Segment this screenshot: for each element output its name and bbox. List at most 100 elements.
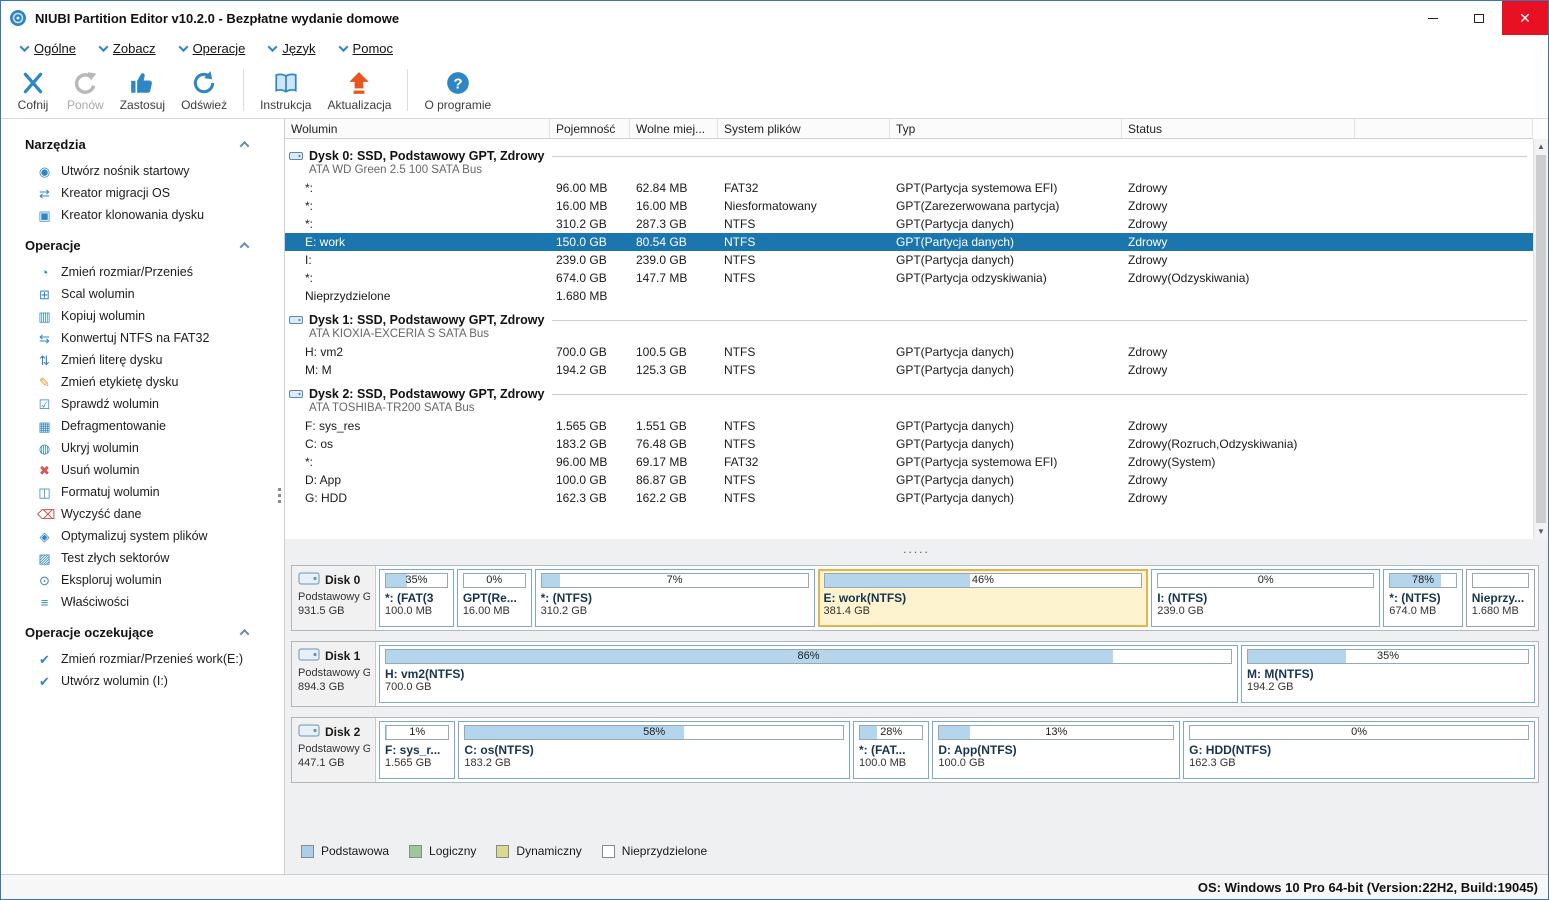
partition-block[interactable]: 35%*: (FAT(3100.0 MB [379, 569, 454, 627]
volume-row[interactable]: D: App100.0 GB86.87 GBNTFSGPT(Partycja d… [285, 471, 1533, 489]
column-header-wolumin[interactable]: Wolumin [285, 119, 550, 138]
partition-block[interactable]: 28%*: (FAT...100.0 MB [853, 721, 929, 779]
volume-row-selected[interactable]: E: work150.0 GB80.54 GBNTFSGPT(Partycja … [285, 233, 1533, 251]
pending-operation-resize-work[interactable]: ✔Zmień rozmiar/Przenieś work(E:) [1, 648, 284, 670]
disk-drive-icon [298, 722, 320, 741]
sidebar-splitter[interactable] [278, 488, 281, 491]
undo-button[interactable]: Cofnij [7, 63, 59, 117]
cell-free: 125.3 GB [630, 363, 718, 377]
update-button[interactable]: Aktualizacja [319, 63, 399, 117]
apply-button[interactable]: Zastosuj [112, 63, 173, 117]
sidebar-item-bootable-media[interactable]: ◉Utwórz nośnik startowy [1, 160, 284, 182]
sidebar-item-change-letter[interactable]: ⇅Zmień literę dysku [1, 349, 284, 371]
sidebar-item-copy-volume[interactable]: ▥Kopiuj wolumin [1, 305, 284, 327]
disk-header[interactable]: Dysk 1: SSD, Podstawowy GPT, Zdrowy [285, 309, 1533, 327]
volume-row[interactable]: H: vm2700.0 GB100.5 GBNTFSGPT(Partycja d… [285, 343, 1533, 361]
refresh-button[interactable]: Odśwież [173, 63, 235, 117]
disk-label[interactable]: Disk 1 Podstawowy G 894.3 GB [292, 642, 376, 706]
partition-block[interactable]: 78%*: (NTFS)674.0 MB [1383, 569, 1462, 627]
partition-block[interactable]: 0%I: (NTFS)239.0 GB [1151, 569, 1380, 627]
menu-operacje[interactable]: Operacje [170, 35, 256, 61]
partition-block[interactable]: 7%*: (NTFS)310.2 GB [535, 569, 815, 627]
disk-label[interactable]: Disk 0 Podstawowy G 931.5 GB [292, 566, 376, 630]
partition-size: 674.0 MB [1389, 605, 1456, 617]
menu-ogolne[interactable]: Ogólne [11, 35, 86, 61]
close-button[interactable]: ✕ [1502, 1, 1548, 35]
unallocated-block[interactable]: Nieprzy...1.680 MB [1466, 569, 1535, 627]
scroll-down-arrow[interactable]: ▼ [1534, 524, 1548, 539]
partition-block[interactable]: 1%F: sys_r...1.565 GB [379, 721, 455, 779]
titlebar[interactable]: NIUBI Partition Editor v10.2.0 - Bezpłat… [1, 1, 1548, 35]
partition-size: 100.0 MB [859, 757, 923, 769]
volume-row[interactable]: I:239.0 GB239.0 GBNTFSGPT(Partycja danyc… [285, 251, 1533, 269]
cell-volume: *: [285, 455, 550, 469]
about-button[interactable]: ? O programie [416, 63, 499, 117]
volume-row[interactable]: *:96.00 MB62.84 MBFAT32GPT(Partycja syst… [285, 179, 1533, 197]
toolbar-separator [407, 69, 408, 111]
sidebar-item-explore-volume[interactable]: ⊙Eksploruj wolumin [1, 569, 284, 591]
sidebar-item-properties[interactable]: ≡Właściwości [1, 591, 284, 613]
sidebar-item-delete-volume[interactable]: ✖Usuń wolumin [1, 459, 284, 481]
volume-row[interactable]: *:674.0 GB147.7 MBNTFSGPT(Partycja odzys… [285, 269, 1533, 287]
partition-block[interactable]: 0%G: HDD(NTFS)162.3 GB [1183, 721, 1535, 779]
sidebar-item-format-volume[interactable]: ◫Formatuj wolumin [1, 481, 284, 503]
sidebar-item-merge-volume[interactable]: ⊞Scal wolumin [1, 283, 284, 305]
section-header-narzedzia[interactable]: Narzędzia [1, 125, 284, 160]
disk-layout: Podstawowy G [298, 667, 370, 679]
disk-label[interactable]: Disk 2 Podstawowy G 447.1 GB [292, 718, 376, 782]
minimize-button[interactable] [1410, 1, 1456, 35]
disk-row-1: Disk 1 Podstawowy G 894.3 GB 86%H: vm2(N… [291, 641, 1539, 707]
column-header-pojemnosc[interactable]: Pojemność [550, 119, 630, 138]
disk-header[interactable]: Dysk 0: SSD, Podstawowy GPT, Zdrowy [285, 145, 1533, 163]
sidebar-item-check-volume[interactable]: ☑Sprawdź wolumin [1, 393, 284, 415]
volume-row[interactable]: M: M194.2 GB125.3 GBNTFSGPT(Partycja dan… [285, 361, 1533, 379]
partition-block[interactable]: 0%GPT(Re...16.00 MB [457, 569, 532, 627]
section-title: Operacje [25, 238, 81, 253]
column-header-status[interactable]: Status [1122, 119, 1355, 138]
volume-row[interactable]: *:310.2 GB287.3 GBNTFSGPT(Partycja danyc… [285, 215, 1533, 233]
cell-volume: H: vm2 [285, 345, 550, 359]
sidebar-item-change-label[interactable]: ✎Zmień etykietę dysku [1, 371, 284, 393]
sidebar-item-defragment[interactable]: ▦Defragmentowanie [1, 415, 284, 437]
menu-jezyk[interactable]: Język [259, 35, 325, 61]
scroll-up-arrow[interactable]: ▲ [1534, 139, 1548, 154]
pending-operation-create-volume[interactable]: ✔Utwórz wolumin (I:) [1, 670, 284, 692]
chevron-up-icon [240, 629, 250, 639]
redo-button[interactable]: Ponów [59, 63, 112, 117]
sidebar-item-hide-volume[interactable]: ◍Ukryj wolumin [1, 437, 284, 459]
maximize-button[interactable] [1456, 1, 1502, 35]
volumes-table: Wolumin Pojemność Wolne miej... System p… [285, 119, 1548, 539]
volume-row[interactable]: C: os183.2 GB76.48 GBNTFSGPT(Partycja da… [285, 435, 1533, 453]
menu-pomoc[interactable]: Pomoc [330, 35, 403, 61]
volume-row[interactable]: G: HDD162.3 GB162.2 GBNTFSGPT(Partycja d… [285, 489, 1533, 507]
cell-type: GPT(Partycja danych) [890, 363, 1122, 377]
volume-row[interactable]: *:96.00 MB69.17 MBFAT32GPT(Partycja syst… [285, 453, 1533, 471]
column-header-typ[interactable]: Typ [890, 119, 1122, 138]
volume-row[interactable]: *:16.00 MB16.00 MBNiesformatowanyGPT(Zar… [285, 197, 1533, 215]
sidebar-item-bad-sector-test[interactable]: ▨Test złych sektorów [1, 547, 284, 569]
vertical-scrollbar[interactable]: ▲ ▼ [1533, 139, 1548, 539]
partition-block[interactable]: 13%D: App(NTFS)100.0 GB [932, 721, 1180, 779]
volume-row-unallocated[interactable]: Nieprzydzielone1.680 MB [285, 287, 1533, 305]
toolbar: Cofnij Ponów Zastosuj Odśwież Instrukcja… [1, 61, 1548, 119]
disk-header[interactable]: Dysk 2: SSD, Podstawowy GPT, Zdrowy [285, 383, 1533, 401]
partition-block[interactable]: 86%H: vm2(NTFS)700.0 GB [379, 645, 1238, 703]
sidebar-item-optimize-filesystem[interactable]: ◈Optymalizuj system plików [1, 525, 284, 547]
sidebar-item-wipe-data[interactable]: ⌫Wyczyść dane [1, 503, 284, 525]
window-title: NIUBI Partition Editor v10.2.0 - Bezpłat… [35, 11, 399, 26]
section-header-operacje-oczekujace[interactable]: Operacje oczekujące [1, 613, 284, 648]
sidebar-item-os-migration[interactable]: ⇄Kreator migracji OS [1, 182, 284, 204]
column-header-wolne[interactable]: Wolne miej... [630, 119, 718, 138]
column-header-system-plikow[interactable]: System plików [718, 119, 890, 138]
partition-block-selected[interactable]: 46%E: work(NTFS)381.4 GB [818, 569, 1149, 627]
volume-row[interactable]: F: sys_res1.565 GB1.551 GBNTFSGPT(Partyc… [285, 417, 1533, 435]
partition-block[interactable]: 58%C: os(NTFS)183.2 GB [458, 721, 850, 779]
menu-zobacz[interactable]: Zobacz [90, 35, 166, 61]
sidebar-item-convert-ntfs-fat32[interactable]: ⇆Konwertuj NTFS na FAT32 [1, 327, 284, 349]
manual-button[interactable]: Instrukcja [252, 63, 319, 117]
sidebar-item-disk-clone[interactable]: ▣Kreator klonowania dysku [1, 204, 284, 226]
partition-block[interactable]: 35%M: M(NTFS)194.2 GB [1241, 645, 1535, 703]
sidebar-item-resize-move[interactable]: ◔Zmień rozmiar/Przenieś [1, 261, 284, 283]
section-header-operacje[interactable]: Operacje [1, 226, 284, 261]
scrollbar-thumb[interactable] [1536, 155, 1546, 523]
